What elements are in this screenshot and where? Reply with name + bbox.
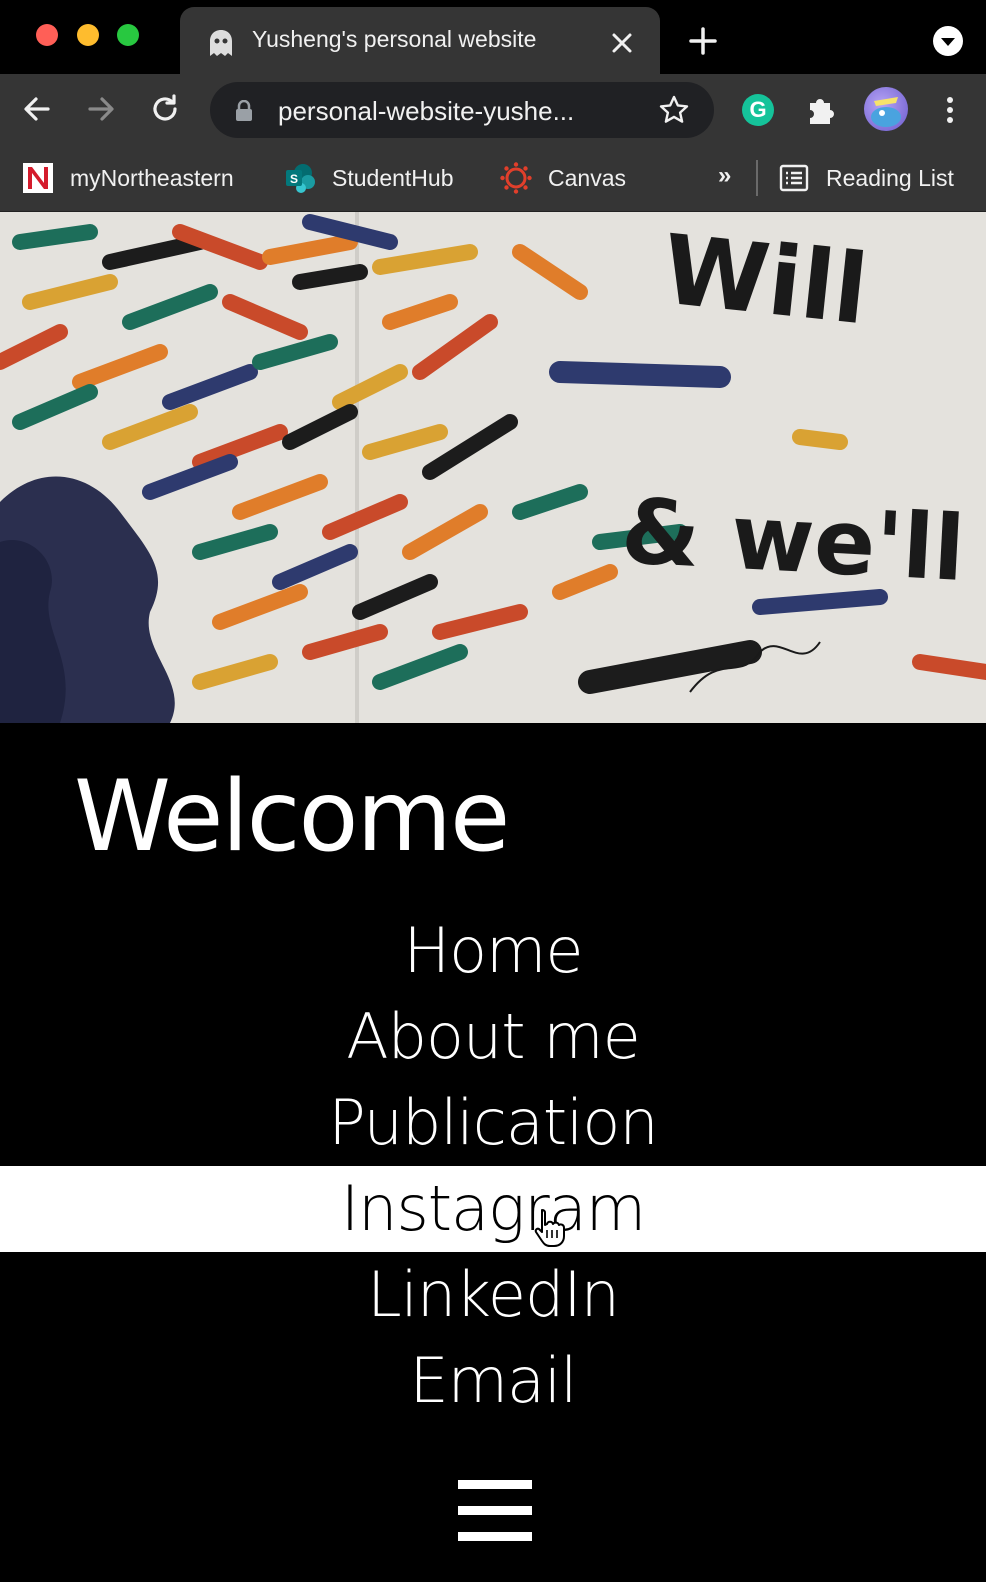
minimize-window-button[interactable] [77,24,99,46]
more-bookmarks-button[interactable]: » [718,162,731,190]
bookmark-canvas[interactable]: Canvas [500,160,626,196]
nav-link-home[interactable]: Home [0,908,986,994]
nav-link-about-me[interactable]: About me [0,994,986,1080]
address-bar[interactable]: personal-website-yushe... [210,82,714,138]
bookmark-studenthub[interactable]: S StudentHub [284,160,453,196]
hero-image: Will & we'll [0,212,986,723]
url-text[interactable]: personal-website-yushe... [278,96,628,127]
bookmark-label: myNortheastern [70,164,234,191]
forward-arrow-icon[interactable] [84,92,118,126]
nav-link-linkedin[interactable]: LinkedIn [0,1252,986,1338]
canvas-icon [500,162,532,194]
reading-list-icon [779,164,809,192]
browser-titlebar: Yusheng's personal website [0,0,986,74]
bookmark-label: Canvas [548,164,626,191]
browser-toolbar: personal-website-yushe... G [0,74,986,146]
reading-list-button[interactable]: Reading List [778,160,954,196]
kebab-menu-icon[interactable] [938,94,962,126]
sharepoint-icon: S [286,164,315,193]
hand-pointer-cursor-icon [534,1209,565,1247]
bookmark-label: StudentHub [332,164,454,191]
main-navigation: Home About me Publication Instagram Link… [0,908,986,1424]
back-arrow-icon[interactable] [20,92,54,126]
profile-picture-icon [871,97,901,127]
mural-text-well: & we'll [619,479,967,602]
lock-icon[interactable] [234,100,254,122]
graffiti-mural-image: Will & we'll [0,212,986,723]
bookmark-mynortheastern[interactable]: myNortheastern [22,160,234,196]
tab-search-button[interactable] [933,26,963,56]
maximize-window-button[interactable] [117,24,139,46]
nav-link-email[interactable]: Email [0,1338,986,1424]
svg-text:S: S [290,172,298,186]
bookmarks-divider [756,160,758,196]
close-icon[interactable] [608,29,636,57]
bookmarks-bar: myNortheastern S StudentHub Canvas » Rea… [0,146,986,212]
avatar[interactable] [864,87,908,131]
close-window-button[interactable] [36,24,58,46]
grammarly-icon[interactable]: G [742,94,774,126]
plus-icon[interactable] [688,26,718,56]
hamburger-icon[interactable] [458,1480,532,1542]
page-title: Welcome [74,760,510,874]
tab-title: Yusheng's personal website [252,26,537,52]
northeastern-icon [23,163,53,193]
chevron-down-icon [941,38,955,46]
reload-icon[interactable] [148,92,182,126]
active-tab[interactable]: Yusheng's personal website [180,7,660,74]
star-icon[interactable] [658,94,690,126]
reading-list-label: Reading List [826,164,954,191]
nav-link-instagram[interactable]: Instagram [0,1166,986,1252]
nav-link-publication[interactable]: Publication [0,1080,986,1166]
ghost-icon [210,30,232,56]
puzzle-icon[interactable] [804,94,836,126]
mural-text-will: Will [658,213,873,346]
